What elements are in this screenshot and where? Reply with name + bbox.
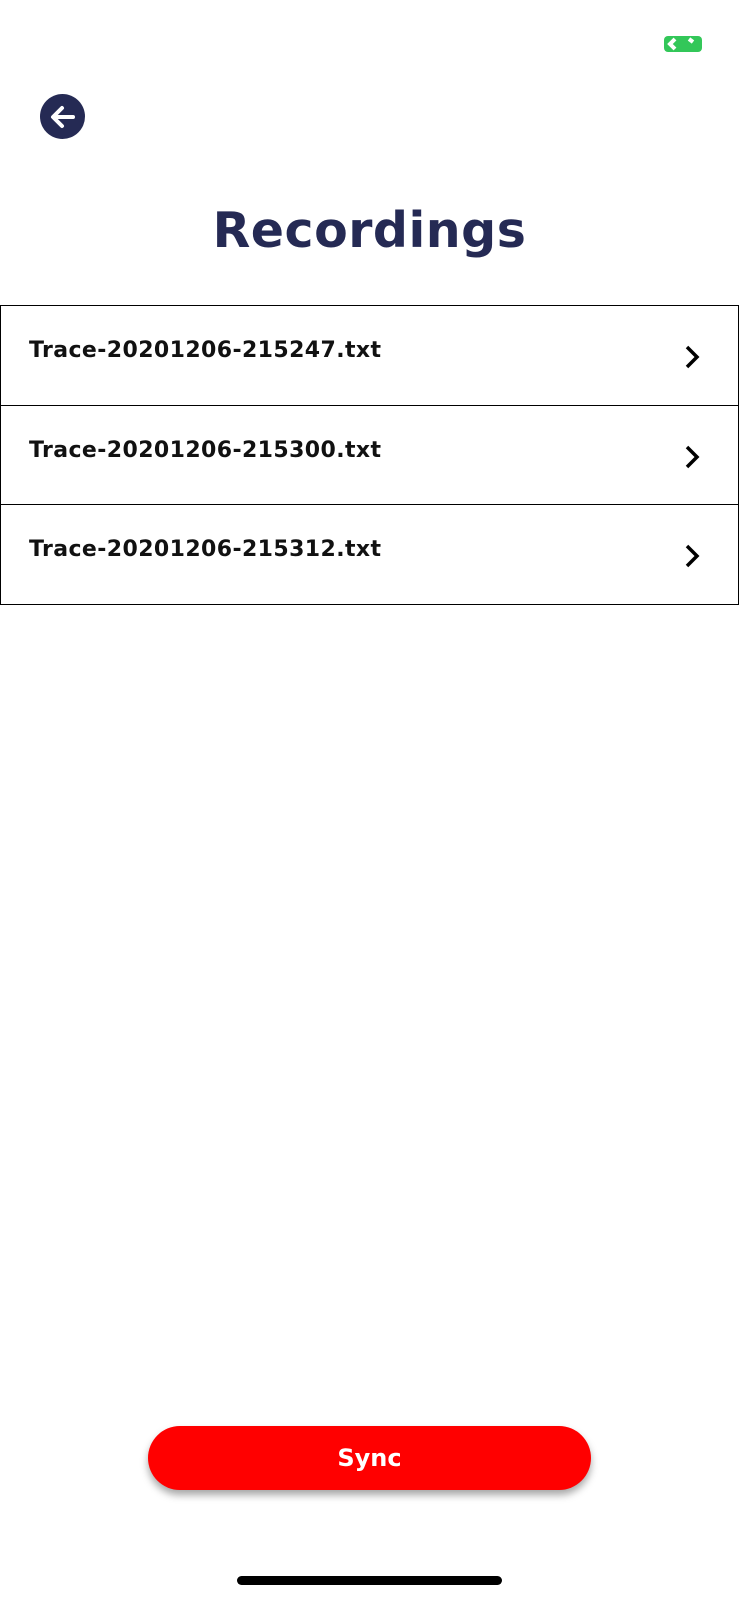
switch-indicator-icon [667, 37, 695, 51]
chevron-right-icon [685, 445, 700, 468]
recording-filename: Trace-20201206-215247.txt [29, 338, 382, 363]
list-item[interactable]: Trace-20201206-215300.txt [0, 404, 739, 506]
back-button[interactable] [40, 94, 85, 139]
chevron-right-icon [685, 345, 700, 369]
list-item[interactable]: Trace-20201206-215312.txt [0, 504, 739, 605]
recordings-list: Trace-20201206-215247.txt Trace-20201206… [0, 305, 739, 605]
status-indicator [664, 36, 702, 52]
sync-button[interactable]: Sync [148, 1426, 591, 1490]
home-indicator [237, 1576, 502, 1585]
list-item[interactable]: Trace-20201206-215247.txt [0, 305, 739, 406]
recording-filename: Trace-20201206-215300.txt [29, 437, 382, 463]
page-title: Recordings [212, 202, 527, 259]
chevron-right-icon [685, 544, 700, 568]
arrow-left-icon [50, 105, 75, 128]
recording-filename: Trace-20201206-215312.txt [29, 537, 382, 562]
